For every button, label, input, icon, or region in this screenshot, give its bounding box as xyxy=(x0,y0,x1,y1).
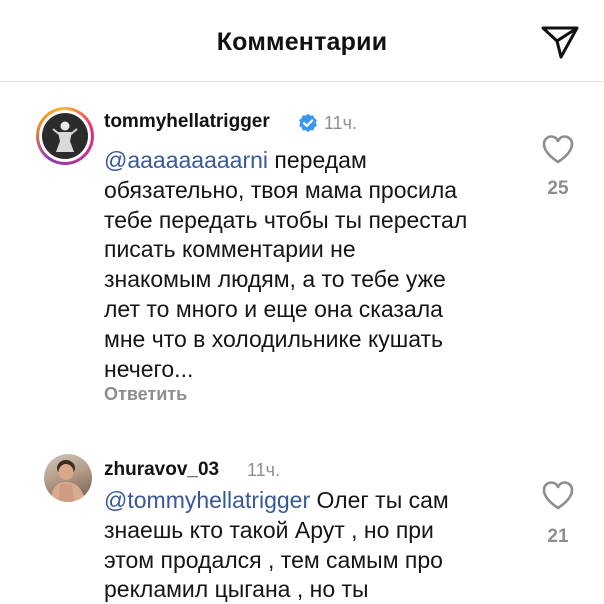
comment-line: рекламил цыгана , но ты xyxy=(104,576,369,603)
avatar-photo xyxy=(50,460,86,502)
comment-time: 11ч. xyxy=(324,113,358,133)
comment-time: 11ч. xyxy=(247,460,281,480)
comment-text: @tommyhellatrigger Олег ты сам знаешь кто… xyxy=(104,486,524,604)
avatar-figure-icon xyxy=(52,121,78,152)
comment-mention[interactable]: @tommyhellatrigger xyxy=(104,487,310,513)
heart-outline-icon xyxy=(542,481,574,510)
verified-badge-icon xyxy=(299,113,317,132)
avatar[interactable] xyxy=(44,454,92,502)
comment-line: мне что в холодильнике кушать xyxy=(104,325,444,352)
heart-outline-icon xyxy=(542,135,574,164)
avatar-photo xyxy=(42,113,88,159)
comment-line: тебе передать чтобы ты перестал xyxy=(104,206,468,233)
send-icon xyxy=(541,26,579,59)
comment-line: обязательно, твоя мама просила xyxy=(104,176,458,203)
comments-header: Комментарии xyxy=(0,0,604,82)
comment-line: Олег ты сам xyxy=(310,487,449,513)
send-button[interactable] xyxy=(540,24,580,60)
avatar[interactable] xyxy=(36,107,94,165)
comment-line: этом продался , тем самым про xyxy=(104,546,443,573)
comment-mention[interactable]: @aaaaaaaaarni xyxy=(104,147,268,173)
page-title: Комментарии xyxy=(216,28,388,56)
comment-line: знаешь кто такой Арут , но при xyxy=(104,516,434,543)
like-count: 25 xyxy=(547,178,569,199)
comment-text: @aaaaaaaaarni передам обязательно, твоя м… xyxy=(104,146,524,384)
comment-line: писать комментарии не xyxy=(104,236,356,263)
like-button[interactable] xyxy=(541,480,575,512)
comment-line: передам xyxy=(268,147,367,173)
comment-line: лет то много и еще она сказала xyxy=(104,295,443,322)
comment-username[interactable]: tommyhellatrigger xyxy=(104,111,270,133)
like-count: 21 xyxy=(547,526,569,547)
comment-line: нечего... xyxy=(104,355,194,382)
comment-line: знакомым людям, а то тебе уже xyxy=(104,266,446,293)
comment-username[interactable]: zhuravov_03 xyxy=(104,459,219,481)
like-button[interactable] xyxy=(541,134,575,166)
comments-screen: Комментарии tommyhellatrigger 11ч. @aaaa… xyxy=(0,0,604,604)
reply-button[interactable]: Ответить xyxy=(104,384,187,405)
